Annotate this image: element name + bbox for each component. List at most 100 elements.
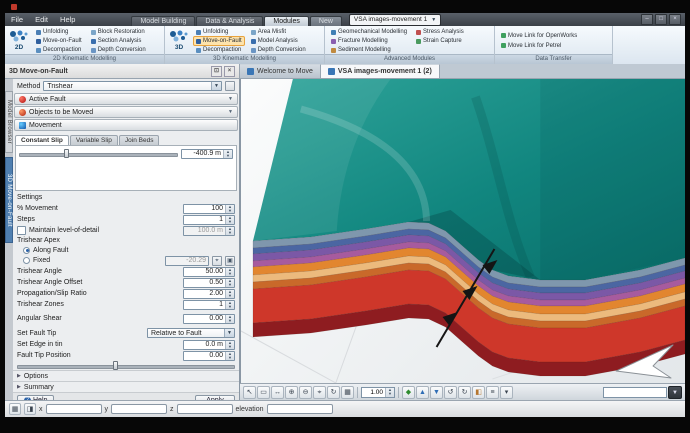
section-bar-objects-to-be-moved[interactable]: Objects to be Moved ▼ xyxy=(14,106,238,118)
along-fault-radio[interactable] xyxy=(23,246,30,254)
tracking-mode-icon[interactable]: ▦ xyxy=(9,403,21,415)
slip-value-input[interactable]: -400.9 m ▲ ▼ xyxy=(181,148,233,159)
toolbar-overflow-menu[interactable]: ▼ xyxy=(668,385,682,399)
tab-join-beds[interactable]: Join Beds xyxy=(118,135,160,145)
sidebar-tab-3d-move-on-fault[interactable]: 3D Move-on-Fault xyxy=(5,157,13,243)
undo-view-button[interactable]: ↺ xyxy=(444,385,457,399)
method-options-button[interactable] xyxy=(225,81,235,91)
maintain-lod-checkbox[interactable] xyxy=(17,226,26,235)
spinner-control[interactable]: ▲ ▼ xyxy=(223,149,232,158)
status-x-input[interactable] xyxy=(45,404,102,414)
spinner-control[interactable]: ▲ ▼ xyxy=(225,314,234,323)
summary-collapsible[interactable]: ▶ Summary xyxy=(13,381,239,392)
spinner-control[interactable]: ▲ ▼ xyxy=(225,289,234,298)
spinner-control[interactable]: ▲ ▼ xyxy=(225,351,234,360)
viewport-3d[interactable] xyxy=(240,79,685,383)
spinner-control[interactable]: ▲ ▼ xyxy=(225,226,234,235)
status-elevation-input[interactable] xyxy=(266,404,333,414)
more-tools-menu-button[interactable]: ▾ xyxy=(500,385,513,399)
fault-tip-position-slider[interactable] xyxy=(17,361,235,370)
document-selector-dropdown[interactable]: VSA images-movement 1 ▼ xyxy=(348,13,442,26)
section-bar-label: Active Fault xyxy=(29,95,66,103)
maintain-lod-input[interactable]: 100.0 m ▲ ▼ xyxy=(183,225,235,236)
zoom-in-tool-button[interactable]: ⊕ xyxy=(285,385,298,399)
raise-tool-icon: ▲ xyxy=(419,388,426,396)
move-object-tool-button[interactable]: ◆ xyxy=(402,385,415,399)
percent-movement-input[interactable]: 100 ▲ ▼ xyxy=(183,203,235,214)
section-bar-label: Movement xyxy=(29,121,62,129)
tab-constant-slip[interactable]: Constant Slip xyxy=(15,135,69,145)
pick-apex-button[interactable]: ⌖ xyxy=(212,255,222,266)
trishear-angle-offset-input[interactable]: 0.50 ▲ ▼ xyxy=(183,277,235,288)
doc-tab-vsa-movement[interactable]: VSA images-movement 1 (2) xyxy=(320,64,440,78)
tab-model-building[interactable]: Model Building xyxy=(131,16,196,26)
apex-display-button[interactable]: ▣ xyxy=(225,255,235,266)
viewport-3d-scene[interactable] xyxy=(241,79,685,383)
slip-editor-canvas[interactable]: -400.9 m ▲ ▼ xyxy=(15,145,237,191)
steps-input[interactable]: 1 ▲ ▼ xyxy=(183,214,235,225)
menu-file[interactable]: File xyxy=(5,15,29,24)
minimize-button[interactable]: – xyxy=(641,14,653,25)
trishear-zones-input[interactable]: 1 ▲ ▼ xyxy=(183,299,235,310)
spinner-control[interactable]: ▲ ▼ xyxy=(225,204,234,213)
fixed-apex-input[interactable]: -20.29 xyxy=(165,255,209,266)
list-options-button[interactable]: ≡ xyxy=(486,385,499,399)
spinner-control[interactable]: ▲ ▼ xyxy=(225,267,234,276)
toolbar-filter-input[interactable] xyxy=(603,386,667,398)
fixed-apex-radio[interactable] xyxy=(23,257,30,264)
trishear-angle-input[interactable]: 50.00 ▲ ▼ xyxy=(183,266,235,277)
spinner-control[interactable]: ▲ ▼ xyxy=(385,387,394,397)
rotate-view-tool-button[interactable]: ↻ xyxy=(327,385,340,399)
model-analysis-icon xyxy=(250,38,256,44)
spinner-control[interactable]: ▲ ▼ xyxy=(225,340,234,349)
restore-button[interactable]: □ xyxy=(655,14,667,25)
method-dropdown[interactable]: Trishear ▼ xyxy=(43,81,222,91)
select-tool-button[interactable]: ↖ xyxy=(243,385,256,399)
view-presets-button[interactable]: ▦ xyxy=(341,385,354,399)
spinner-control[interactable]: ▲ ▼ xyxy=(225,215,234,224)
fault-tip-position-input[interactable]: 0.00 ▲ ▼ xyxy=(183,350,235,361)
section-bar-movement[interactable]: Movement xyxy=(14,119,238,131)
close-button[interactable]: × xyxy=(669,14,681,25)
set-fault-tip-dropdown[interactable]: Relative to Fault ▼ xyxy=(147,328,235,338)
slip-slider[interactable] xyxy=(19,149,178,158)
zoom-extents-tool-button[interactable]: ⌖ xyxy=(313,385,326,399)
status-z-input[interactable] xyxy=(176,404,233,414)
propagation-slip-ratio-input[interactable]: 2.00 ▲ ▼ xyxy=(183,288,235,299)
redo-view-button[interactable]: ↻ xyxy=(458,385,471,399)
percent-movement-label: % Movement xyxy=(17,205,58,212)
box-zoom-tool-button[interactable]: ▭ xyxy=(257,385,270,399)
tab-new[interactable]: New xyxy=(309,16,342,26)
pin-panel-icon[interactable]: ⊡ xyxy=(211,65,222,77)
trishear-zones-value: 1 xyxy=(219,301,223,308)
steps-label: Steps xyxy=(17,216,35,223)
zoom-level-input[interactable]: 1.00 ▲ ▼ xyxy=(361,386,395,398)
spinner-control[interactable]: ▲ ▼ xyxy=(225,300,234,309)
lower-tool-button[interactable]: ▼ xyxy=(430,385,443,399)
doc-tab-welcome[interactable]: Welcome to Move xyxy=(240,64,321,78)
slider-handle[interactable] xyxy=(112,361,118,370)
menu-edit[interactable]: Edit xyxy=(29,15,54,24)
slider-handle[interactable] xyxy=(63,149,69,158)
spinner-control[interactable]: ▲ ▼ xyxy=(225,278,234,287)
coordinate-mode-icon[interactable]: ◨ xyxy=(24,403,36,415)
ribbon-item-move-link-for-openworks[interactable]: Move Link for OpenWorks xyxy=(498,31,580,41)
display-options-button[interactable]: ◧ xyxy=(472,385,485,399)
zoom-out-tool-button[interactable]: ⊖ xyxy=(299,385,312,399)
tab-variable-slip[interactable]: Variable Slip xyxy=(69,135,118,145)
tab-modules[interactable]: Modules xyxy=(264,16,309,26)
tab-data-analysis[interactable]: Data & Analysis xyxy=(196,16,264,26)
pan-tool-button[interactable]: ↔ xyxy=(271,385,284,399)
raise-tool-button[interactable]: ▲ xyxy=(416,385,429,399)
section-bar-active-fault[interactable]: Active Fault ▼ xyxy=(14,93,238,105)
set-edge-input[interactable]: 0.0 m ▲ ▼ xyxy=(183,339,235,350)
status-y-input[interactable] xyxy=(111,404,167,414)
options-collapsible[interactable]: ▶ Options xyxy=(13,370,239,381)
angular-shear-input[interactable]: 0.00 ▲ ▼ xyxy=(183,313,235,324)
ribbon-item-move-link-for-petrel[interactable]: Move Link for Petrel xyxy=(498,41,580,51)
ribbon-group-caption: 2D Kinematic Modelling xyxy=(5,54,164,64)
close-panel-icon[interactable]: × xyxy=(224,65,235,77)
menu-help[interactable]: Help xyxy=(54,15,81,24)
ribbon-item-strain-capture[interactable]: Strain Capture xyxy=(413,36,467,46)
sidebar-tab-model-browser[interactable]: Model Browser xyxy=(5,91,13,153)
